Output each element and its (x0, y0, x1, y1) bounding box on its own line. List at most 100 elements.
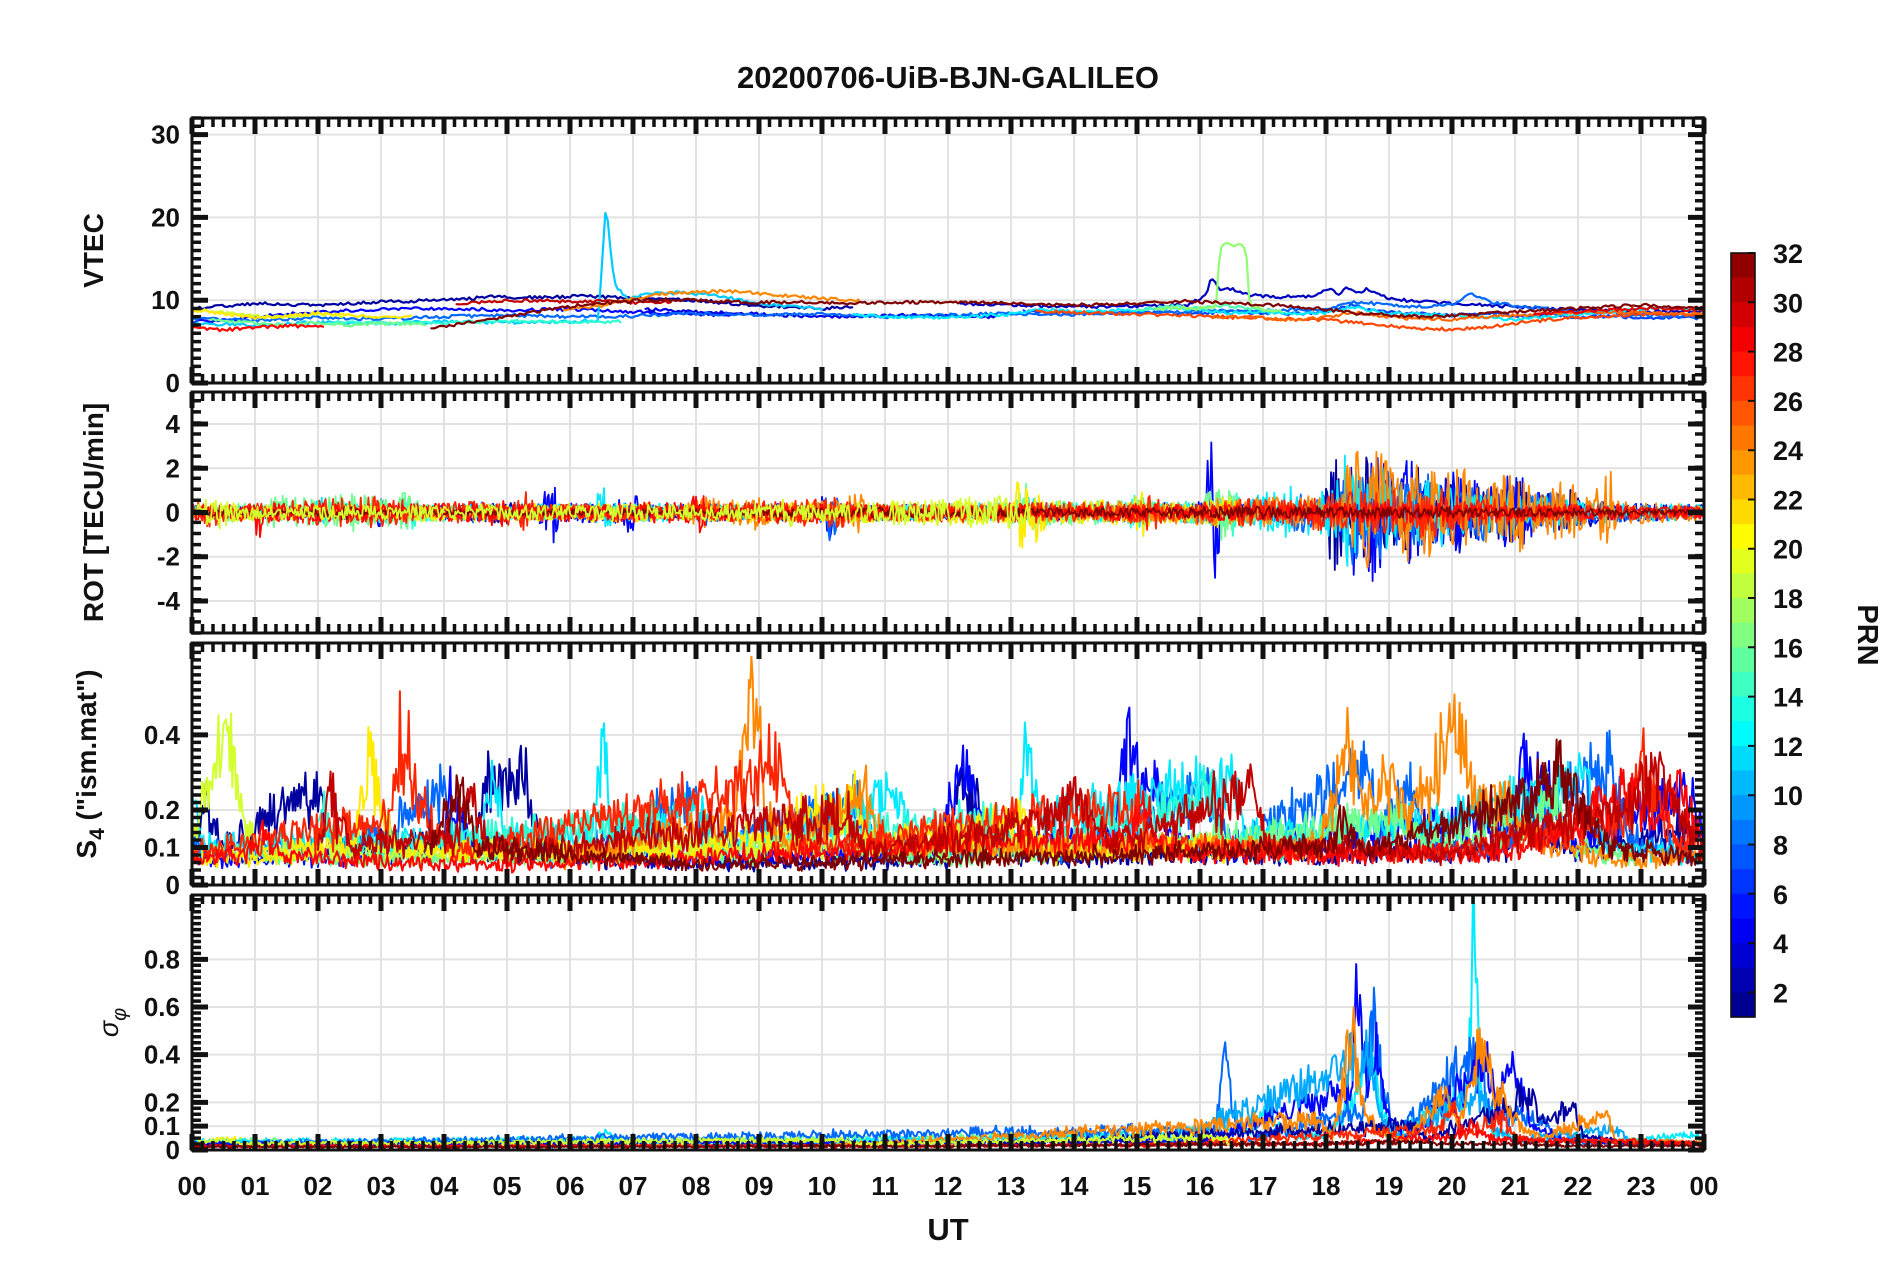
x-tick-label: 19 (1375, 1171, 1404, 1201)
y-tick-labels: 0 0.1 0.2 0.4 (144, 720, 181, 900)
colorbar-cell (1731, 573, 1755, 599)
x-tick-label: 18 (1312, 1171, 1341, 1201)
colorbar-cell (1731, 893, 1755, 920)
y-tick-label: 0.2 (144, 1087, 180, 1117)
x-tick-label: 12 (934, 1171, 963, 1201)
screenshot-root: 20200706-UiB-BJN-GALILEO 0 10 20 30 VTEC -4 -2… (0, 0, 1902, 1272)
x-tick-label: 13 (997, 1171, 1026, 1201)
y-axis-label: VTEC (78, 213, 109, 288)
colorbar-cell (1731, 302, 1755, 328)
y-tick-label: 0.6 (144, 992, 180, 1022)
gridlines (192, 118, 1704, 383)
panel-sigma_phi: 00.10.20.40.60.8σφ (94, 893, 1707, 1165)
y-tick-label: 2 (166, 453, 180, 483)
colorbar-cell (1731, 918, 1755, 944)
colorbar-cell (1731, 992, 1755, 1018)
colorbar-cell (1731, 351, 1755, 377)
y-tick-label: 30 (151, 120, 180, 150)
y-axis-label: ROT [TECU/min] (78, 403, 109, 622)
panel-vtec: 0 10 20 30 VTEC (78, 116, 1707, 398)
x-tick-label: 05 (493, 1171, 522, 1201)
x-tick-label: 00 (178, 1171, 207, 1201)
x-tick-label: 04 (430, 1171, 459, 1201)
colorbar-cell (1731, 277, 1755, 303)
colorbar-cell (1731, 721, 1755, 747)
y-tick-label: 0 (166, 368, 180, 398)
y-tick-label: 10 (151, 285, 180, 315)
x-tick-label: 02 (304, 1171, 333, 1201)
colorbar-tick-label: 24 (1773, 436, 1803, 466)
chart-canvas: 0102030VTEC-4-2024ROT [TECU/min]00.10.20… (71, 116, 1883, 1201)
colorbar-cell (1731, 622, 1755, 648)
colorbar-cell (1731, 967, 1755, 993)
colorbar-cell (1731, 524, 1755, 550)
colorbar-cell (1731, 548, 1755, 574)
x-tick-label: 03 (367, 1171, 396, 1201)
x-tick-label: 16 (1186, 1171, 1215, 1201)
colorbar-tick-label: 20 (1773, 535, 1803, 565)
colorbar-tick-label: 28 (1773, 338, 1803, 368)
colorbar: 2468101214161820222426283032PRN (1730, 239, 1883, 1018)
colorbar-tick-label: 32 (1773, 239, 1803, 269)
x-tick-label: 09 (745, 1171, 774, 1201)
colorbar-cell (1731, 400, 1755, 427)
colorbar-cell (1731, 795, 1755, 821)
colorbar-cell (1731, 943, 1755, 969)
colorbar-cell (1731, 253, 1755, 279)
colorbar-cell (1731, 844, 1755, 870)
y-axis-label: S4 ("ism.mat") (71, 669, 109, 858)
colorbar-cell (1731, 474, 1755, 501)
x-tick-label: 00 (1690, 1171, 1719, 1201)
colorbar-cell (1731, 745, 1755, 772)
x-tick-label: 15 (1123, 1171, 1152, 1201)
y-tick-label: 20 (151, 202, 180, 232)
y-tick-label: 0 (166, 870, 180, 900)
y-tick-labels: 0 10 20 30 (151, 120, 180, 398)
colorbar-label: PRN (1851, 604, 1883, 665)
x-tick-label: 21 (1501, 1171, 1530, 1201)
x-tick-label: 20 (1438, 1171, 1467, 1201)
y-tick-label: -2 (157, 542, 180, 572)
colorbar-tick-label: 22 (1773, 485, 1803, 515)
y-tick-label: 0.1 (144, 832, 180, 862)
colorbar-cell (1731, 326, 1755, 353)
colorbar-tick-label: 10 (1773, 781, 1803, 811)
y-tick-label: 4 (166, 409, 181, 439)
x-tick-label: 08 (682, 1171, 711, 1201)
gridlines (192, 895, 1704, 1150)
colorbar-cell (1731, 450, 1755, 476)
colorbar-cell (1731, 869, 1755, 895)
y-axis-label: σφ (94, 1008, 131, 1037)
x-tick-label: 10 (808, 1171, 837, 1201)
y-tick-label: 0 (166, 498, 180, 528)
y-tick-label: 0.4 (144, 720, 181, 750)
colorbar-tick-label: 4 (1773, 929, 1788, 959)
colorbar-tick-label: 12 (1773, 732, 1803, 762)
x-tick-label: 06 (556, 1171, 585, 1201)
x-tick-labels: 00 01 02 03 04 05 06 07 08 09 10 11 12 13 14 15 16 17 18 19… (178, 1171, 1719, 1201)
colorbar-cell (1731, 647, 1755, 673)
colorbar-cell (1731, 696, 1755, 722)
x-tick-label: 22 (1564, 1171, 1593, 1201)
colorbar-tick-label: 6 (1773, 880, 1788, 910)
colorbar-tick-label: 26 (1773, 387, 1803, 417)
colorbar-cell (1731, 671, 1755, 698)
colorbar-cell (1731, 499, 1755, 525)
y-tick-label: 0.8 (144, 944, 180, 974)
colorbar-cell (1731, 425, 1755, 451)
colorbar-tick-labels: 2468101214161820222426283032 (1773, 239, 1803, 1008)
colorbar-tick-label: 2 (1773, 978, 1788, 1008)
y-tick-label: 0.2 (144, 795, 180, 825)
colorbar-tick-label: 30 (1773, 288, 1803, 318)
colorbar-tick-label: 8 (1773, 830, 1788, 860)
colorbar-cell (1731, 819, 1755, 846)
y-tick-labels: -4 -2 0 2 4 (157, 409, 181, 616)
x-tick-label: 14 (1060, 1171, 1089, 1201)
colorbar-tick-label: 16 (1773, 633, 1803, 663)
x-tick-label: 23 (1627, 1171, 1656, 1201)
series-line-prn-28 (193, 323, 325, 333)
panel-rot: -4 -2 0 2 4 ROT [TECU/min] (78, 390, 1707, 635)
y-tick-labels: 00.10.20.40.60.8 (144, 944, 181, 1165)
x-tick-label: 01 (241, 1171, 270, 1201)
x-tick-label: 17 (1249, 1171, 1278, 1201)
